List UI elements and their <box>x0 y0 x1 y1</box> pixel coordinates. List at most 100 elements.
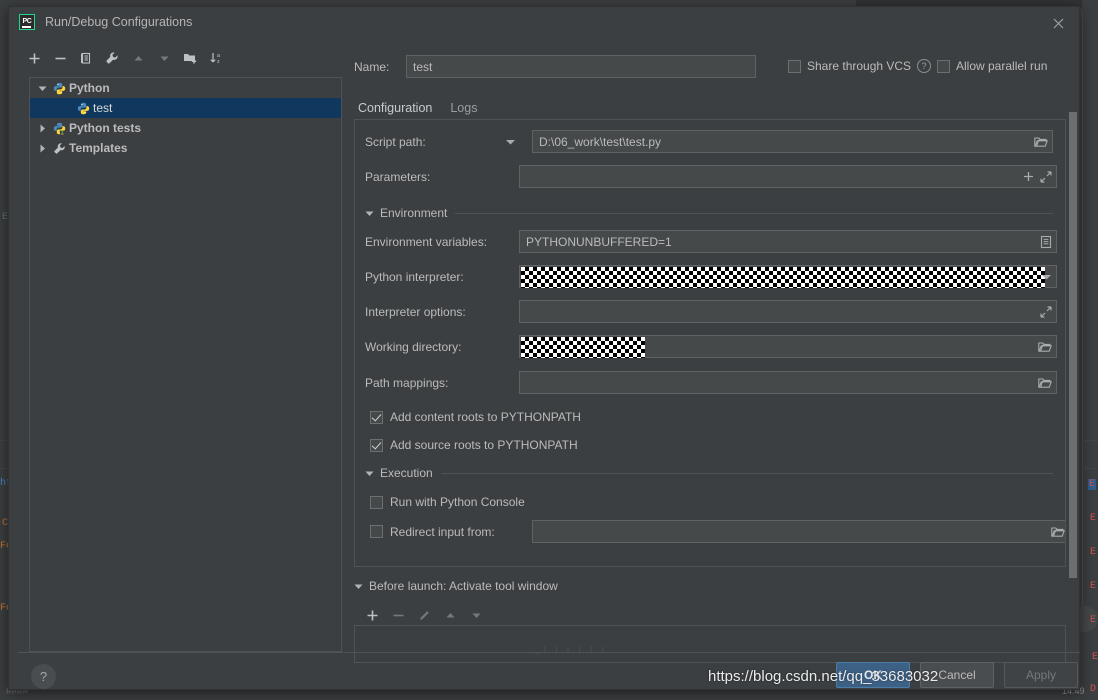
triangle-up-icon[interactable] <box>125 46 151 70</box>
script-path-folder-icon[interactable] <box>1034 136 1048 148</box>
name-input[interactable] <box>406 55 756 78</box>
interpreter-options-expand-icon[interactable] <box>1040 305 1052 318</box>
path-mappings-folder-icon[interactable] <box>1038 377 1052 389</box>
add-configuration-button[interactable] <box>21 46 47 70</box>
footer-divider <box>18 652 1080 653</box>
before-launch-add-button[interactable] <box>359 603 385 627</box>
tab-logs[interactable]: Logs <box>446 101 491 121</box>
script-path-field[interactable]: D:\06_work\test\test.py <box>532 130 1053 153</box>
folder-add-icon[interactable] <box>177 46 203 70</box>
working-directory-label: Working directory: <box>365 339 462 354</box>
triangle-down-icon[interactable] <box>34 85 50 92</box>
redirect-input-from-folder-icon[interactable] <box>1051 526 1065 538</box>
add-content-roots-checkbox[interactable] <box>370 410 383 424</box>
environment-triangle-down-icon[interactable] <box>365 210 374 217</box>
before-launch-header: Before launch: Activate tool window <box>354 579 1066 593</box>
environment-variables-value: PYTHONUNBUFFERED=1 <box>526 234 672 249</box>
form-scrollbar-thumb[interactable] <box>1069 112 1077 578</box>
environment-section-divider <box>455 212 1053 214</box>
apply-button: Apply <box>1004 662 1078 688</box>
environment-variables-row: Environment variables: PYTHONUNBUFFERED=… <box>365 230 1057 253</box>
script-path-chevron-down-icon[interactable] <box>505 138 516 146</box>
tree-item-test[interactable]: test <box>30 98 341 118</box>
interpreter-options-label: Interpreter options: <box>365 304 466 319</box>
script-path-label: Script path: <box>365 134 426 149</box>
pycharm-logo-icon: PC <box>19 14 35 30</box>
triangle-right-icon[interactable] <box>34 144 50 153</box>
parameters-plus-icon[interactable] <box>1023 171 1034 182</box>
triangle-right-icon[interactable] <box>34 124 50 133</box>
before-launch-move-down-button[interactable] <box>463 603 489 627</box>
sort-az-icon[interactable]: a z <box>203 46 229 70</box>
bg-error-marker: E <box>1092 652 1098 663</box>
script-path-row: Script path: D:\06_work\test\test.py <box>365 130 1053 153</box>
parameters-expand-icon[interactable] <box>1040 170 1052 183</box>
script-path-value: D:\06_work\test\test.py <box>539 134 662 149</box>
before-launch-empty-hint: _ı ı ı ı ı ı <box>535 644 608 655</box>
cancel-button[interactable]: Cancel <box>920 662 994 688</box>
share-through-vcs-checkbox[interactable] <box>788 59 801 73</box>
name-label: Name: <box>354 59 390 74</box>
tab-configuration[interactable]: Configuration <box>354 101 446 121</box>
tree-item-templates[interactable]: Templates <box>30 138 341 158</box>
environment-variables-label: Environment variables: <box>365 234 488 249</box>
execution-section-title: Execution <box>380 466 433 480</box>
bg-hline-1 <box>1082 440 1098 441</box>
environment-variables-field[interactable]: PYTHONUNBUFFERED=1 <box>519 230 1057 253</box>
svg-text:z: z <box>217 59 220 65</box>
triangle-down-icon[interactable] <box>151 46 177 70</box>
before-launch-remove-button[interactable] <box>385 603 411 627</box>
path-mappings-row: Path mappings: <box>365 371 1057 394</box>
remove-configuration-button[interactable] <box>47 46 73 70</box>
run-with-python-console-checkbox[interactable] <box>370 495 383 509</box>
run-with-python-console-row: Run with Python Console <box>370 495 525 509</box>
path-mappings-label: Path mappings: <box>365 375 449 390</box>
tab-bar: Configuration Logs <box>354 95 491 121</box>
before-launch-list[interactable]: _ı ı ı ı ı ı <box>354 625 1066 663</box>
tree-item-python[interactable]: Python <box>30 78 341 98</box>
form-scrollbar-track[interactable] <box>1069 112 1077 578</box>
configurations-tree[interactable]: Python test Python tests Templates <box>29 77 342 652</box>
working-directory-field[interactable] <box>519 335 1057 358</box>
copy-configuration-button[interactable] <box>73 46 99 70</box>
pycharm-logo-text: PC <box>22 17 32 25</box>
python-interpreter-chevron-down-icon[interactable] <box>1041 273 1052 281</box>
parameters-field[interactable] <box>519 165 1057 188</box>
execution-section-header: Execution <box>365 466 1053 480</box>
tree-item-label: test <box>93 101 113 115</box>
path-mappings-field[interactable] <box>519 371 1057 394</box>
help-button[interactable]: ? <box>31 664 56 689</box>
configuration-form: Script path: D:\06_work\test\test.py Par… <box>354 120 1066 567</box>
close-icon[interactable] <box>1045 13 1071 33</box>
redirect-input-from-field[interactable] <box>532 520 1065 543</box>
bg-error-marker: E <box>1090 547 1097 558</box>
screen: #### 14:49 Eht C Fo Fo EEEEEED PC Run/Debug… <box>0 0 1098 700</box>
interpreter-options-field[interactable] <box>519 300 1057 323</box>
redirect-input-from-checkbox[interactable] <box>370 525 383 538</box>
bg-error-marker: D <box>1090 684 1097 695</box>
bg-error-marker: E <box>1088 479 1097 490</box>
before-launch-move-up-button[interactable] <box>437 603 463 627</box>
bg-error-marker: E <box>1090 615 1097 626</box>
run-debug-configurations-dialog: PC Run/Debug Configurations a z Python t… <box>8 6 1080 690</box>
question-icon[interactable]: ? <box>917 59 932 73</box>
wrench-icon <box>50 142 68 155</box>
wrench-icon[interactable] <box>99 46 125 70</box>
pencil-icon[interactable] <box>411 603 437 627</box>
environment-variables-list-edit-icon[interactable] <box>1040 235 1052 249</box>
bg-vline-right <box>1082 12 1083 632</box>
before-launch-triangle-down-icon[interactable] <box>354 579 363 593</box>
environment-section-header: Environment <box>365 206 1053 220</box>
add-source-roots-row: Add source roots to PYTHONPATH <box>370 438 578 452</box>
ok-button[interactable]: OK <box>836 662 910 688</box>
tree-item-python-tests[interactable]: Python tests <box>30 118 341 138</box>
execution-triangle-down-icon[interactable] <box>365 470 374 477</box>
add-source-roots-checkbox[interactable] <box>370 438 383 452</box>
allow-parallel-run-checkbox[interactable] <box>937 59 950 73</box>
python-interpreter-label: Python interpreter: <box>365 269 464 284</box>
working-directory-folder-icon[interactable] <box>1038 341 1052 353</box>
python-interpreter-field[interactable] <box>519 265 1057 288</box>
bg-error-marker: E <box>1090 513 1097 524</box>
add-source-roots-label: Add source roots to PYTHONPATH <box>390 438 578 452</box>
python-interpreter-redaction <box>521 267 1045 288</box>
